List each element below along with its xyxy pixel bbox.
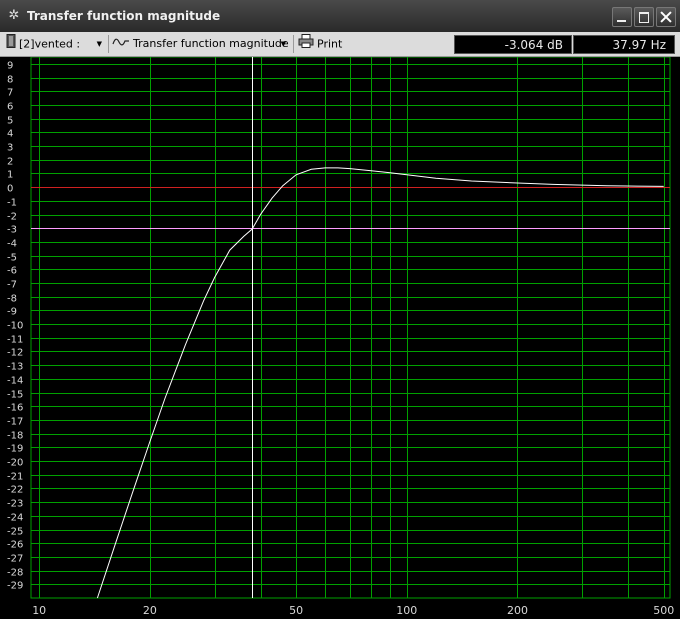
graph-type-label: Transfer function magnitude <box>133 37 289 50</box>
y-tick-label: -6 <box>7 266 17 277</box>
x-tick-label: 10 <box>32 604 46 617</box>
y-tick-label: -1 <box>7 198 17 209</box>
x-tick-label: 200 <box>507 604 528 617</box>
y-tick-label: -18 <box>7 431 23 442</box>
y-tick-label: -4 <box>7 239 17 250</box>
y-tick-label: 2 <box>7 157 13 168</box>
app-window: ✲ Transfer function magnitude [2]vented … <box>0 0 680 619</box>
y-tick-label: -24 <box>7 513 23 524</box>
y-tick-label: -16 <box>7 403 23 414</box>
x-tick-label: 500 <box>653 604 674 617</box>
y-tick-label: 7 <box>7 88 13 99</box>
y-tick-label: 8 <box>7 75 13 86</box>
chevron-down-icon: ▼ <box>96 40 102 48</box>
y-tick-label: -20 <box>7 458 23 469</box>
toolbar-divider <box>293 35 294 53</box>
y-tick-label: 4 <box>7 129 13 140</box>
y-tick-label: -26 <box>7 540 23 551</box>
y-tick-label: -10 <box>7 321 23 332</box>
y-tick-label: -13 <box>7 362 23 373</box>
y-tick-label: -8 <box>7 294 17 305</box>
frequency-readout: 37.97 Hz <box>573 35 675 54</box>
y-tick-label: -25 <box>7 527 23 538</box>
x-tick-label: 100 <box>396 604 417 617</box>
y-tick-label: -17 <box>7 417 23 428</box>
gear-icon[interactable]: ✲ <box>6 8 22 24</box>
graph-type-dropdown[interactable]: Transfer function magnitude ▼ <box>112 34 290 54</box>
y-tick-label: -2 <box>7 212 17 223</box>
speaker-icon <box>6 34 16 55</box>
y-tick-label: -5 <box>7 253 17 264</box>
driver-dropdown-label: [2]vented : <box>19 37 81 51</box>
toolbar: [2]vented : ▼ Transfer function magnitud… <box>0 32 680 57</box>
title-bar[interactable]: ✲ Transfer function magnitude <box>0 0 680 33</box>
magnitude-chart[interactable]: 9876543210-1-2-3-4-5-6-7-8-9-10-11-12-13… <box>0 57 680 619</box>
y-tick-label: -15 <box>7 390 23 401</box>
y-tick-label: 5 <box>7 116 13 127</box>
y-tick-label: 6 <box>7 102 13 113</box>
maximize-button[interactable] <box>634 7 654 27</box>
y-tick-label: -9 <box>7 307 17 318</box>
minimize-button[interactable] <box>612 7 632 27</box>
driver-dropdown[interactable]: [2]vented : ▼ <box>6 34 106 54</box>
y-tick-label: -19 <box>7 444 23 455</box>
y-tick-label: -14 <box>7 376 23 387</box>
x-tick-label: 20 <box>143 604 157 617</box>
chevron-down-icon: ▼ <box>280 40 286 48</box>
y-tick-label: 3 <box>7 143 13 154</box>
y-tick-label: 1 <box>7 170 13 181</box>
y-tick-label: -29 <box>7 581 23 592</box>
y-tick-label: -27 <box>7 554 23 565</box>
print-button[interactable]: Print <box>298 34 348 54</box>
y-tick-label: -3 <box>7 225 17 236</box>
y-tick-label: -11 <box>7 335 23 346</box>
toolbar-divider <box>108 35 109 53</box>
y-tick-label: -23 <box>7 499 23 510</box>
y-tick-label: 0 <box>7 184 13 195</box>
y-tick-label: 9 <box>7 61 13 72</box>
db-readout: -3.064 dB <box>454 35 572 54</box>
close-button[interactable] <box>656 7 676 27</box>
printer-icon <box>298 34 314 55</box>
x-tick-label: 50 <box>289 604 303 617</box>
plot-area[interactable]: 9 8 7 6 5 4 3 2 1 0 -1 -2 -3 -4 -5 -6 -7 -8 -9 -10 -11 -12 -13… <box>0 57 680 619</box>
window-title: Transfer function magnitude <box>27 9 221 23</box>
y-tick-label: -28 <box>7 568 23 579</box>
y-tick-label: -21 <box>7 472 23 483</box>
y-tick-label: -12 <box>7 348 23 359</box>
waveform-icon <box>112 34 130 54</box>
y-tick-label: -22 <box>7 485 23 496</box>
print-label: Print <box>317 37 343 51</box>
y-tick-label: -7 <box>7 280 17 291</box>
